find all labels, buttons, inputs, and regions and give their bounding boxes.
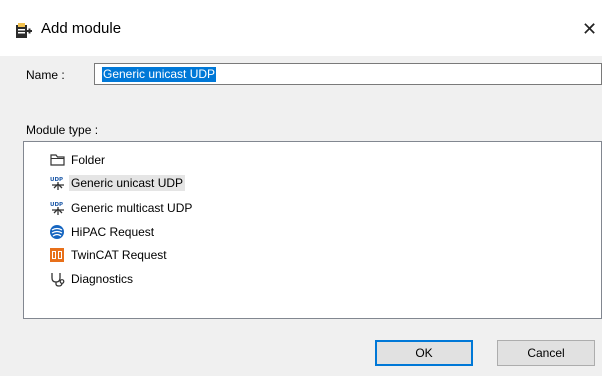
list-item-twincat-request[interactable]: TwinCAT Request xyxy=(49,246,169,264)
name-input[interactable]: Generic unicast UDP xyxy=(94,63,602,85)
svg-text:UDP: UDP xyxy=(50,177,63,183)
udp-icon: UDP xyxy=(50,202,64,215)
list-item-label: Folder xyxy=(71,153,106,167)
list-item-label: TwinCAT Request xyxy=(71,248,167,262)
list-item-hipac-request[interactable]: HiPAC Request xyxy=(49,223,156,241)
list-item-label: HiPAC Request xyxy=(71,225,155,239)
ok-button[interactable]: OK xyxy=(375,340,473,366)
list-item-label: Diagnostics xyxy=(71,272,134,286)
stethoscope-icon xyxy=(51,273,65,287)
name-input-value: Generic unicast UDP xyxy=(102,67,217,82)
list-item-label: Generic multicast UDP xyxy=(71,201,193,215)
twincat-icon xyxy=(50,248,64,262)
hipac-icon xyxy=(50,225,64,239)
title-bar: Add module ✕ xyxy=(0,0,602,56)
list-item-label: Generic unicast UDP xyxy=(69,175,186,191)
list-item-diagnostics[interactable]: Diagnostics xyxy=(49,270,135,288)
list-item-generic-unicast-udp[interactable]: UDP Generic unicast UDP xyxy=(49,174,186,192)
add-module-icon xyxy=(16,23,32,38)
svg-text:UDP: UDP xyxy=(50,202,63,208)
list-item-generic-multicast-udp[interactable]: UDP Generic multicast UDP xyxy=(49,199,194,217)
folder-icon xyxy=(50,154,65,166)
close-button[interactable]: ✕ xyxy=(582,18,602,40)
cancel-button[interactable]: Cancel xyxy=(497,340,595,366)
udp-icon: UDP xyxy=(50,177,64,190)
dialog-title: Add module xyxy=(41,20,122,37)
module-type-list[interactable]: Folder UDP Generic unicast UDP UDP Gener… xyxy=(23,141,602,319)
module-type-label: Module type : xyxy=(26,123,99,137)
list-item-folder[interactable]: Folder xyxy=(49,151,107,169)
name-label: Name : xyxy=(26,68,65,82)
